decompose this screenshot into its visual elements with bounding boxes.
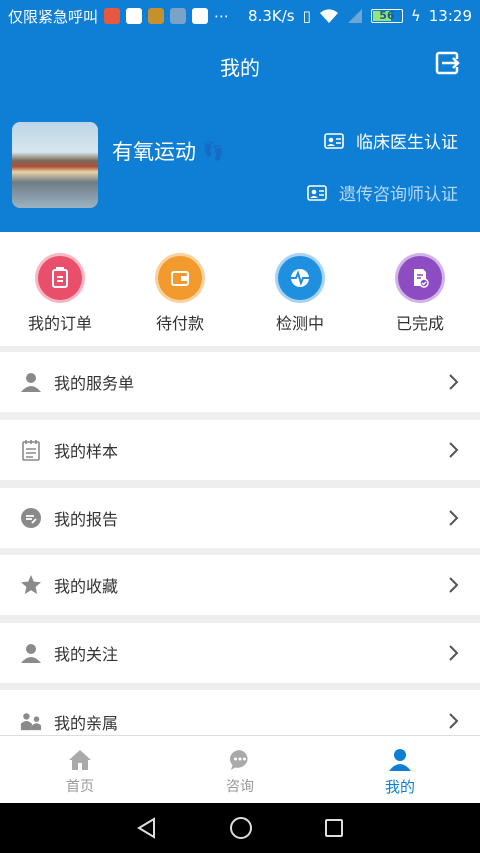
- menu-my-reports[interactable]: 我的报告: [0, 488, 480, 548]
- home-icon: [69, 750, 91, 770]
- chevron-right-icon: [449, 442, 459, 458]
- menu-label: 我的关注: [54, 645, 119, 664]
- chevron-right-icon: [449, 577, 459, 593]
- tab-home[interactable]: 首页: [0, 736, 160, 803]
- chevron-right-icon: [449, 645, 459, 661]
- clinical-cert-link[interactable]: 临床医生认证: [324, 128, 458, 153]
- menu-my-samples[interactable]: 我的样本: [0, 420, 480, 480]
- menu-my-follows[interactable]: 我的关注: [0, 623, 480, 683]
- vibrate-icon: ▯: [302, 7, 311, 25]
- paw-icon: [192, 8, 209, 24]
- network-speed: 8.3K/s: [248, 7, 295, 25]
- orders-pending-payment[interactable]: 待付款: [120, 232, 240, 346]
- notification-app-icon: [104, 8, 121, 24]
- order-label: 我的订单: [27, 314, 92, 333]
- app-icon: [148, 8, 165, 24]
- order-label: 已完成: [395, 314, 444, 333]
- genetic-cert-link[interactable]: 遗传咨询师认证: [307, 180, 458, 205]
- menu-my-relatives[interactable]: 我的亲属: [0, 690, 480, 735]
- order-status-row: 我的订单 待付款 检测中 已完成: [0, 232, 480, 346]
- username: 有氧运动 👣: [112, 136, 224, 166]
- tab-label: 首页: [66, 779, 94, 795]
- battery-icon: 56: [370, 9, 403, 23]
- notepad-icon: [20, 439, 42, 461]
- avatar[interactable]: [12, 122, 98, 208]
- footprints-icon: 👣: [202, 140, 225, 162]
- chat-icon: [229, 749, 248, 770]
- id-card-icon: [324, 132, 344, 149]
- more-icon: ⋯: [214, 7, 230, 25]
- orders-completed[interactable]: 已完成: [360, 232, 480, 346]
- done-doc-icon: [398, 256, 442, 300]
- star-icon: [20, 574, 42, 596]
- clinical-cert-label: 临床医生认证: [356, 133, 458, 153]
- menu-my-service-orders[interactable]: 我的服务单: [0, 352, 480, 412]
- charging-icon: ϟ: [410, 7, 421, 25]
- bottom-tab-bar: 首页 咨询 我的: [0, 735, 480, 803]
- profile-header: 我的 有氧运动 👣 临床医生认证 遗传咨询师认证: [0, 32, 480, 232]
- signal-icon: [347, 9, 362, 23]
- menu-my-favorites[interactable]: 我的收藏: [0, 555, 480, 615]
- report-icon: [20, 507, 42, 529]
- chevron-right-icon: [449, 374, 459, 390]
- id-card-icon: [307, 184, 327, 201]
- status-bar: 仅限紧急呼叫 ⋯ 8.3K/s ▯ 56 ϟ 13:29: [0, 0, 480, 32]
- page-title: 我的: [220, 56, 260, 80]
- order-label: 待付款: [155, 314, 204, 333]
- recents-icon[interactable]: [324, 818, 344, 838]
- orders-testing[interactable]: 检测中: [240, 232, 360, 346]
- pulse-icon: [278, 256, 322, 300]
- menu-label: 我的亲属: [54, 714, 119, 733]
- battery-level: 56: [379, 9, 395, 22]
- system-nav-bar: [0, 803, 480, 853]
- home-circle-icon[interactable]: [229, 816, 253, 840]
- family-icon: [20, 710, 42, 732]
- tab-label: 我的: [384, 778, 415, 796]
- tab-consult[interactable]: 咨询: [160, 736, 320, 803]
- image-icon: [170, 8, 187, 24]
- username-text: 有氧运动: [112, 140, 196, 164]
- qr-icon: [126, 8, 143, 24]
- chevron-right-icon: [449, 713, 459, 729]
- chevron-right-icon: [449, 510, 459, 526]
- back-icon[interactable]: [136, 817, 158, 839]
- menu-label: 我的样本: [54, 442, 119, 461]
- clock: 13:29: [428, 7, 472, 25]
- person-icon: [20, 371, 42, 393]
- user-icon: [389, 749, 411, 771]
- orders-my-orders[interactable]: 我的订单: [0, 232, 120, 346]
- menu-label: 我的报告: [54, 510, 119, 529]
- wallet-icon: [158, 256, 202, 300]
- person-icon: [20, 642, 42, 664]
- menu-label: 我的收藏: [54, 577, 119, 596]
- status-text: 仅限紧急呼叫: [8, 7, 99, 26]
- order-label: 检测中: [275, 314, 324, 333]
- tab-label: 咨询: [226, 779, 254, 795]
- tab-mine[interactable]: 我的: [320, 736, 480, 803]
- genetic-cert-label: 遗传咨询师认证: [339, 185, 458, 205]
- order-icon: [38, 256, 82, 300]
- menu-label: 我的服务单: [54, 374, 135, 393]
- logout-icon[interactable]: [434, 50, 460, 76]
- wifi-icon: [319, 9, 338, 23]
